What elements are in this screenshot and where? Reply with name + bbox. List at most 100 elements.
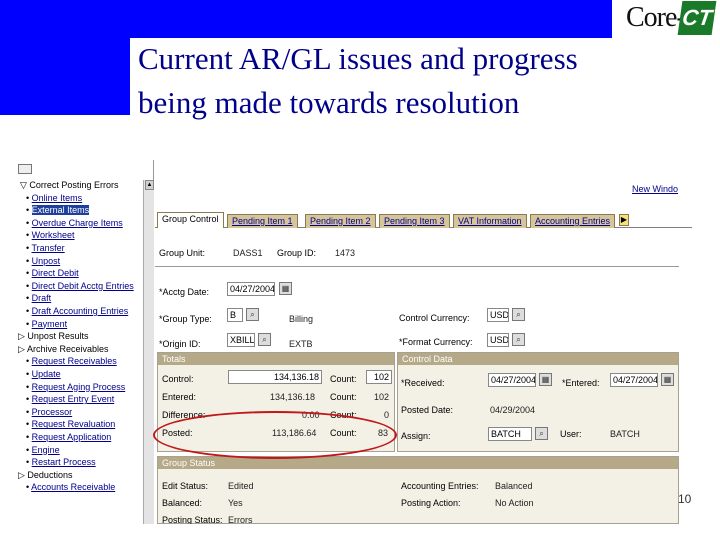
nav-item-restart-process[interactable]: • Restart Process — [26, 457, 96, 467]
assign-input[interactable]: BATCH — [488, 427, 532, 441]
edit-status-value: Edited — [228, 481, 254, 491]
control-data-header: Control Data — [398, 353, 678, 365]
nav-item-transfer[interactable]: • Transfer — [26, 243, 65, 253]
entered-label: Entered: — [162, 392, 197, 402]
nav-item-label: Request Receivables — [31, 356, 117, 367]
entered-count-label: Count: — [330, 392, 357, 402]
calendar-icon[interactable]: ▦ — [279, 282, 292, 295]
posting-status-value: Errors — [228, 515, 253, 524]
entered-count: 102 — [374, 392, 390, 402]
nav-item-unpost-results[interactable]: ▷ Unpost Results — [18, 331, 88, 342]
control-currency-input[interactable]: USD — [487, 308, 509, 322]
nav-item-direct-debit[interactable]: • Direct Debit — [26, 268, 79, 278]
origin-id-input[interactable]: XBILL — [227, 333, 255, 347]
nav-item-correct-posting-errors[interactable]: ▽ Correct Posting Errors — [20, 180, 118, 191]
logo-ct-mark: CT — [677, 1, 717, 35]
folder-open-icon: ▽ — [20, 180, 30, 190]
bullet-icon: • — [26, 205, 32, 216]
nav-item-label: Correct Posting Errors — [29, 180, 119, 190]
posting-action-value: No Action — [495, 498, 534, 508]
logo-text: Core- — [626, 2, 686, 33]
nav-item-accounts-receivable[interactable]: • Accounts Receivable — [26, 482, 115, 492]
next-tab-icon[interactable]: ▶ — [619, 214, 629, 226]
tab-bar: Group Control Pending Item 1 Pending Ite… — [155, 212, 692, 228]
nav-item-label: Transfer — [31, 243, 65, 253]
origin-id-label: *Origin ID: — [159, 339, 201, 349]
acctg-date-input[interactable]: 04/27/2004 — [227, 282, 275, 296]
nav-item-unpost[interactable]: • Unpost — [26, 256, 60, 266]
received-date-input[interactable]: 04/27/2004 — [488, 373, 536, 387]
nav-item-label: Processor — [31, 406, 73, 417]
nav-item-overdue-charge-items[interactable]: • Overdue Charge Items — [26, 218, 123, 228]
received-calendar-icon[interactable]: ▦ — [539, 373, 552, 386]
nav-item-direct-debit-acctg-entries[interactable]: • Direct Debit Acctg Entries — [26, 281, 134, 291]
nav-item-label: Unpost Results — [27, 331, 89, 342]
tab-pending-item-1[interactable]: Pending Item 1 — [227, 214, 298, 228]
tab-group-control[interactable]: Group Control — [157, 212, 224, 228]
totals-header: Totals — [158, 353, 394, 365]
control-data-section: Control Data *Received: 04/27/2004 ▦ *En… — [397, 352, 679, 452]
page-number: 10 — [678, 492, 692, 506]
folder-closed-icon: ▷ — [18, 343, 27, 354]
slide-title: Current AR/GL issues and progress being … — [138, 37, 718, 125]
user-value: BATCH — [610, 429, 640, 439]
nav-item-label: Deductions — [27, 469, 73, 480]
divider — [155, 266, 679, 267]
edit-status-label: Edit Status: — [162, 481, 209, 491]
nav-item-archive-receivables[interactable]: ▷ Archive Receivables — [18, 344, 108, 355]
difference-count: 0 — [384, 410, 390, 420]
control-currency-label: Control Currency: — [399, 313, 470, 323]
tab-accounting-entries[interactable]: Accounting Entries — [530, 214, 616, 228]
group-type-lookup-icon[interactable]: ⌕ — [246, 308, 259, 321]
group-type-input[interactable]: B — [227, 308, 243, 322]
nav-item-online-items[interactable]: • Online Items — [26, 193, 82, 203]
group-status-header: Group Status — [158, 457, 678, 469]
entered-calendar-icon[interactable]: ▦ — [661, 373, 674, 386]
nav-item-label: Unpost — [31, 255, 61, 266]
nav-item-request-application[interactable]: • Request Application — [26, 432, 111, 442]
tab-pending-item-2[interactable]: Pending Item 2 — [305, 214, 376, 228]
nav-item-worksheet[interactable]: • Worksheet — [26, 230, 75, 240]
balanced-value: Yes — [228, 498, 243, 508]
control-count-input[interactable]: 102 — [366, 370, 392, 384]
assign-lookup-icon[interactable]: ⌕ — [535, 427, 548, 440]
nav-item-external-items[interactable]: • External Items — [26, 205, 90, 216]
nav-item-label: Archive Receivables — [26, 343, 109, 354]
nav-item-draft[interactable]: • Draft — [26, 293, 51, 303]
accounting-entries-value: Balanced — [495, 481, 533, 491]
nav-collapse-icon[interactable] — [18, 164, 32, 174]
entered-date-label: *Entered: — [562, 378, 600, 388]
nav-item-label: Worksheet — [31, 230, 75, 241]
nav-item-request-receivables[interactable]: • Request Receivables — [26, 356, 117, 366]
tab-vat-information[interactable]: VAT Information — [453, 214, 527, 228]
nav-scrollbar[interactable]: ▲ — [143, 180, 154, 524]
core-ct-logo: Core- CT — [612, 0, 720, 38]
control-currency-lookup-icon[interactable]: ⌕ — [512, 308, 525, 321]
entered-date-input[interactable]: 04/27/2004 — [610, 373, 658, 387]
nav-item-request-aging-process[interactable]: • Request Aging Process — [26, 382, 125, 392]
posted-date-label: Posted Date: — [401, 405, 454, 415]
origin-id-desc: EXTB — [289, 339, 313, 349]
tab-pending-item-3[interactable]: Pending Item 3 — [379, 214, 450, 228]
nav-item-payment[interactable]: • Payment — [26, 319, 67, 329]
new-window-link[interactable]: New Windo — [632, 184, 678, 194]
nav-item-request-revaluation[interactable]: • Request Revaluation — [26, 419, 115, 429]
scroll-up-icon[interactable]: ▲ — [145, 180, 154, 190]
format-currency-input[interactable]: USD — [487, 333, 509, 347]
group-id-label: Group ID: — [277, 248, 317, 258]
entered-amount: 134,136.18 — [270, 392, 316, 402]
nav-item-label: Overdue Charge Items — [31, 217, 123, 228]
nav-item-processor[interactable]: • Processor — [26, 407, 72, 417]
nav-item-label: Accounts Receivable — [31, 482, 116, 493]
nav-item-update[interactable]: • Update — [26, 369, 61, 379]
format-currency-lookup-icon[interactable]: ⌕ — [512, 333, 525, 346]
nav-item-draft-accounting-entries[interactable]: • Draft Accounting Entries — [26, 306, 128, 316]
nav-item-label: Direct Debit — [31, 268, 79, 279]
nav-item-deductions[interactable]: ▷ Deductions — [18, 470, 72, 481]
control-amount-input[interactable]: 134,136.18 — [228, 370, 322, 384]
received-label: *Received: — [401, 378, 445, 388]
nav-item-request-entry-event[interactable]: • Request Entry Event — [26, 394, 114, 404]
group-type-desc: Billing — [289, 314, 314, 324]
nav-item-engine[interactable]: • Engine — [26, 445, 60, 455]
origin-id-lookup-icon[interactable]: ⌕ — [258, 333, 271, 346]
